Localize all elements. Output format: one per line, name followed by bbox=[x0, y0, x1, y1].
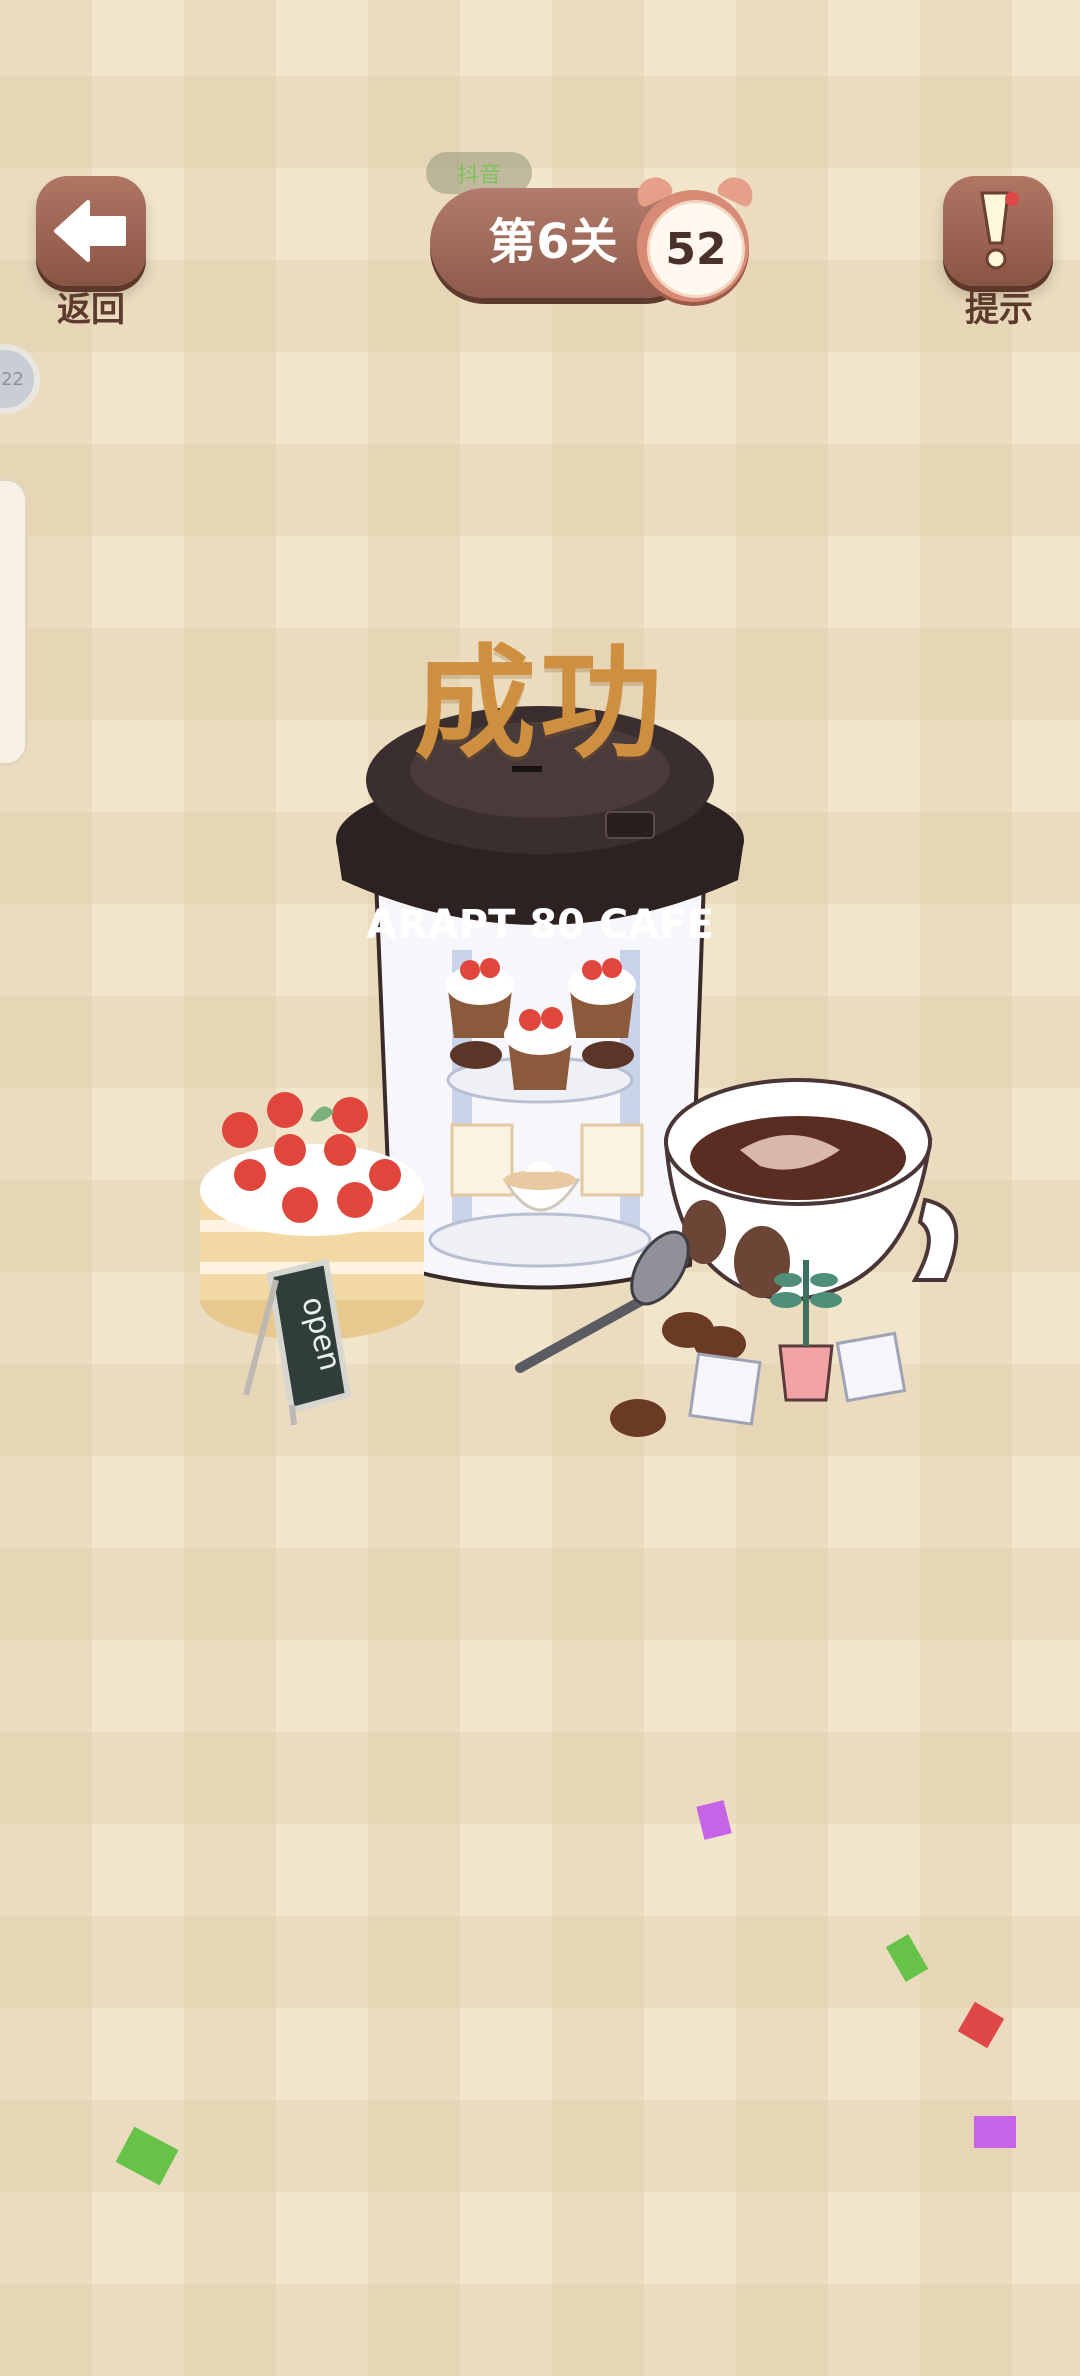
confetti-2 bbox=[885, 1934, 929, 1982]
cafe-illustration: ARAPT 80 CAFE open bbox=[115, 706, 1016, 2186]
coffee-cup bbox=[663, 1078, 959, 1303]
confetti-5 bbox=[115, 2126, 179, 2186]
confetti-1 bbox=[696, 1800, 732, 1840]
confetti-3 bbox=[957, 2001, 1005, 2049]
confetti-4 bbox=[974, 2116, 1016, 2148]
success-title: 成功 bbox=[414, 633, 666, 775]
cup-band-text: ARAPT 80 CAFE bbox=[366, 902, 714, 948]
